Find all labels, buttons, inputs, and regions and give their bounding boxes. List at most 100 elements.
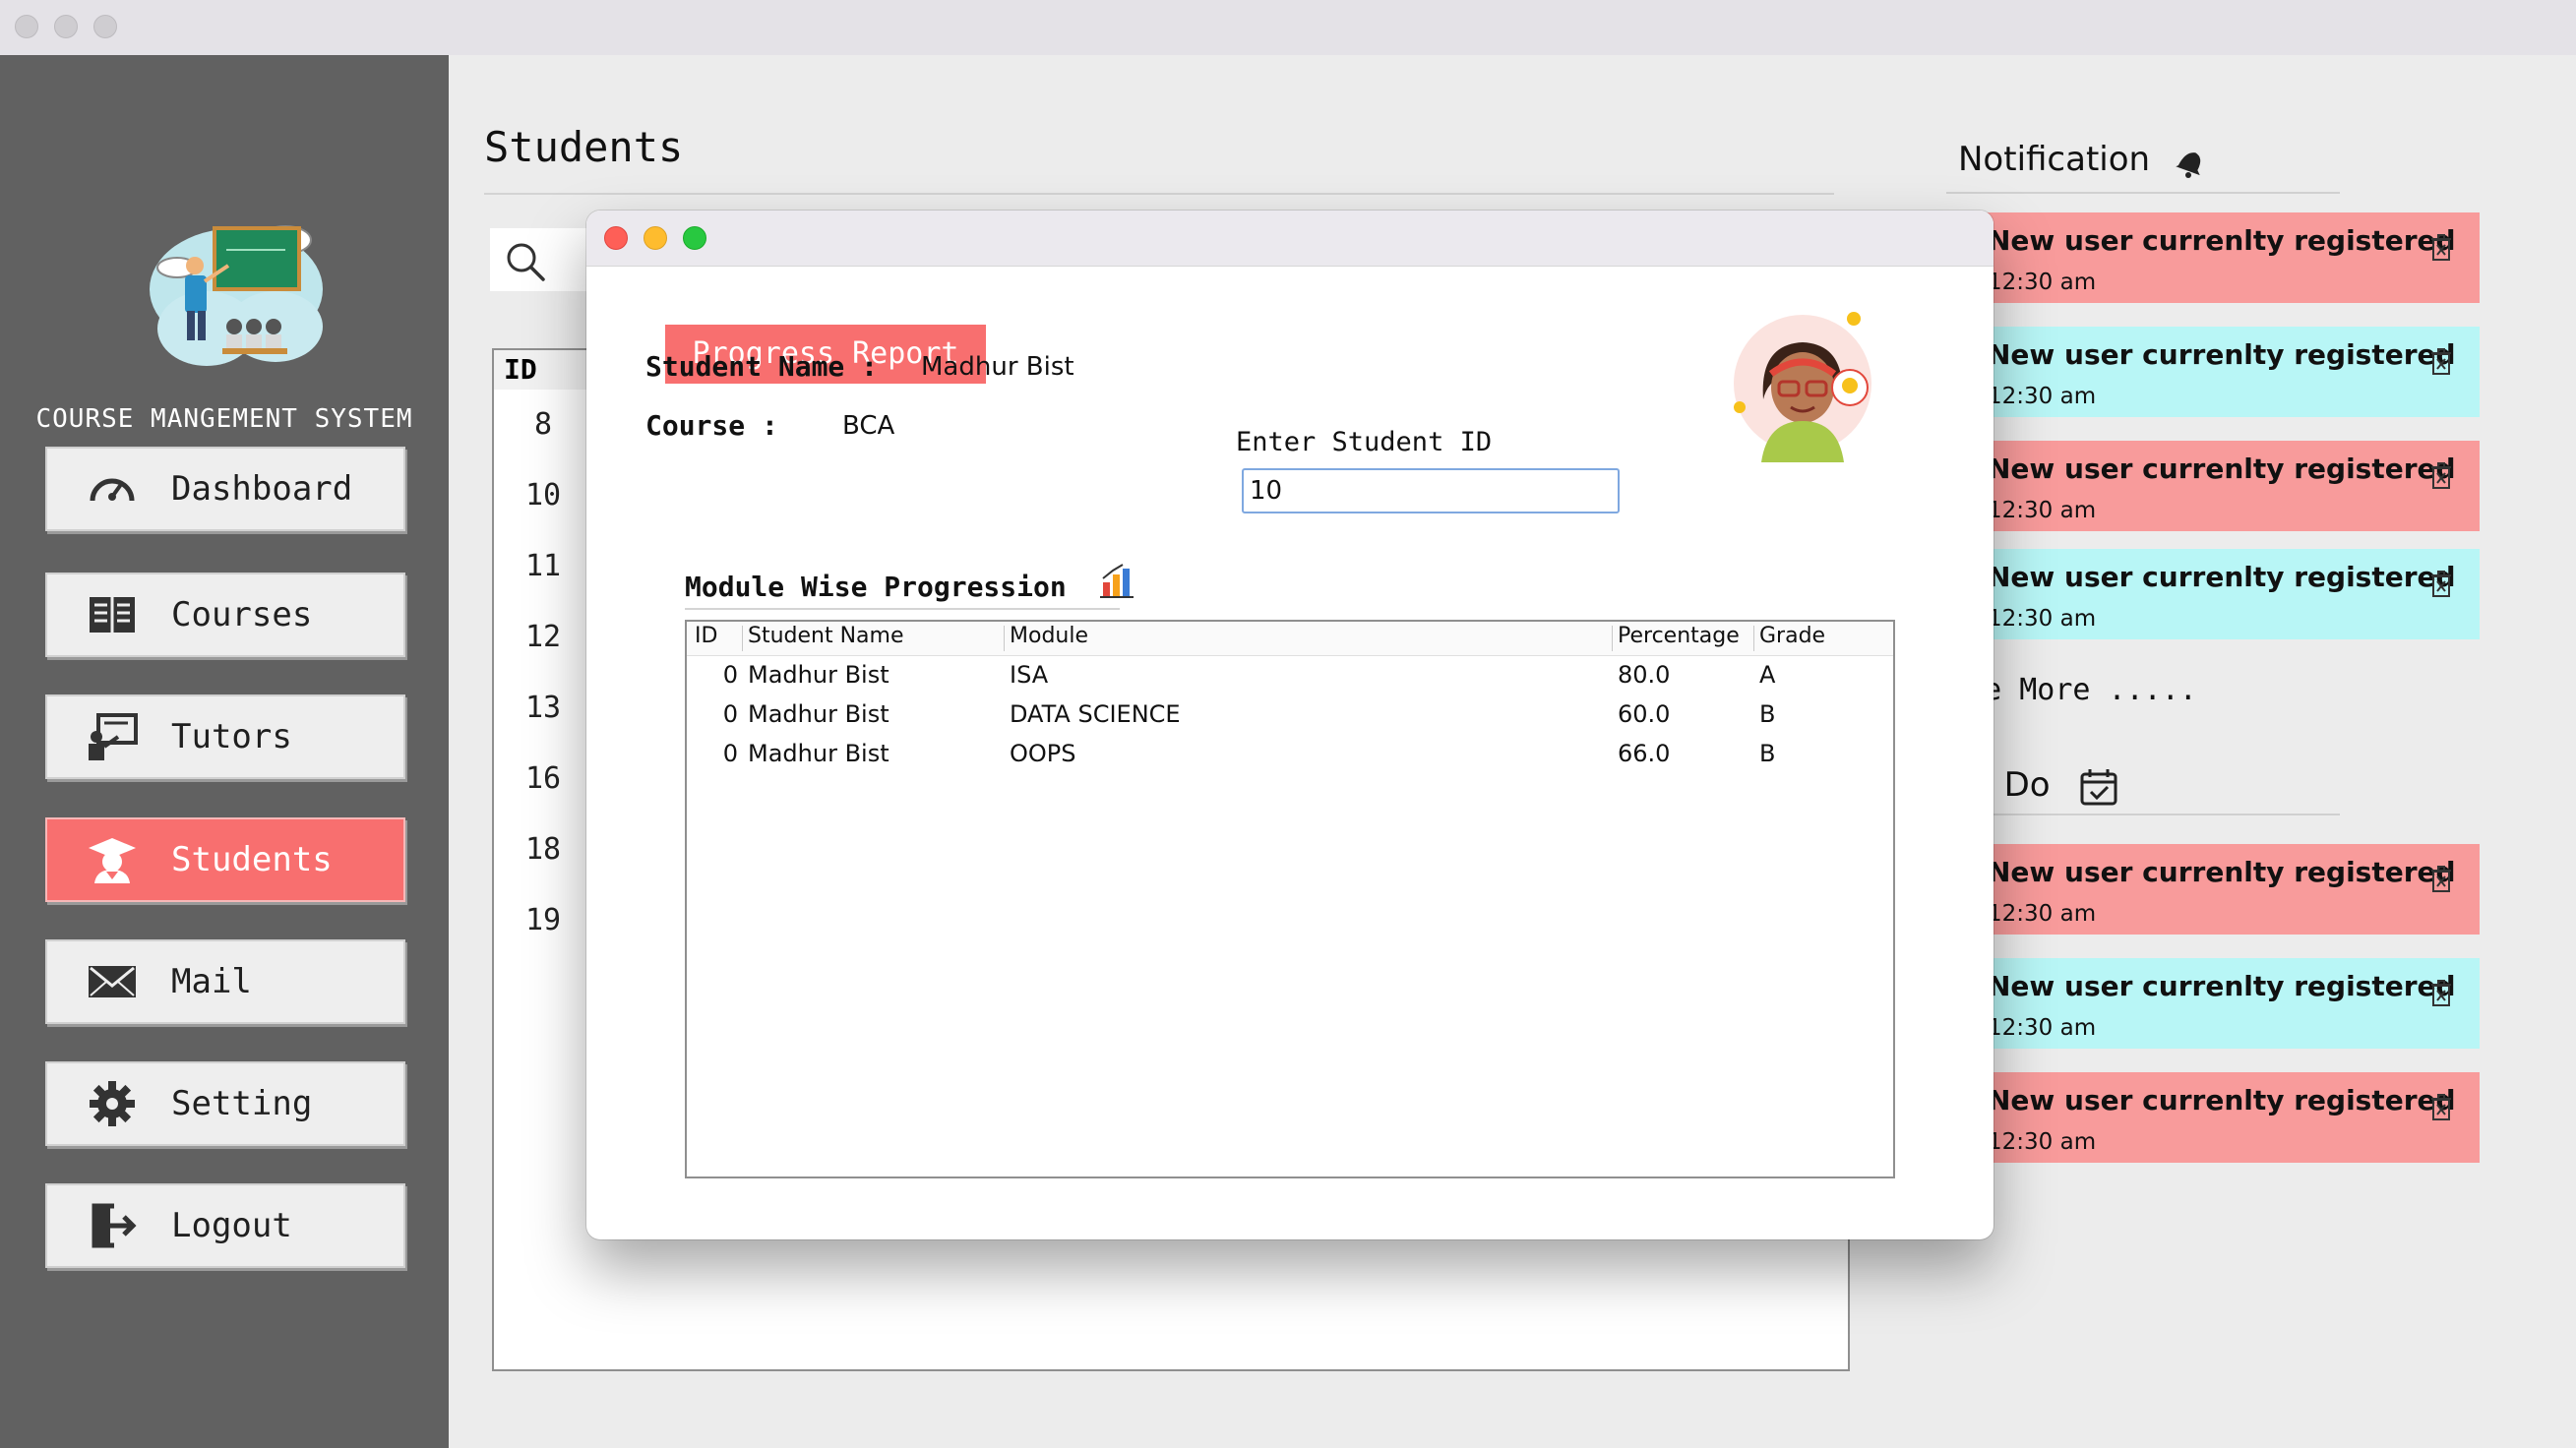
student-name-label: Student Name : (645, 350, 879, 383)
card-time: 12:30 am (1988, 901, 2097, 927)
notification-divider (1946, 192, 2340, 194)
graduate-icon (87, 834, 138, 885)
dialog-minimize-button[interactable] (644, 226, 667, 250)
delete-icon[interactable] (2430, 234, 2452, 262)
card-message: New user currenlty registered (1988, 338, 2456, 371)
sidebar-item-courses[interactable]: Courses (45, 573, 405, 657)
gear-icon (87, 1078, 138, 1129)
column-header-percentage[interactable]: Percentage (1618, 624, 1740, 648)
sidebar-item-tutors[interactable]: Tutors (45, 694, 405, 779)
sidebar-item-students[interactable]: Students (45, 817, 405, 902)
delete-icon[interactable] (2430, 462, 2452, 490)
search-box[interactable] (490, 228, 598, 291)
app-brand-title: COURSE MANGEMENT SYSTEM (35, 404, 413, 434)
students-table-id-header[interactable]: ID (494, 350, 592, 390)
teacher-classroom-logo (150, 225, 323, 366)
sidebar-item-dashboard[interactable]: Dashboard (45, 447, 405, 531)
card-message: New user currenlty registered (1988, 452, 2456, 485)
zoom-window-button[interactable] (93, 15, 117, 38)
table-cell-module: ISA (1010, 661, 1049, 689)
todo-divider (1946, 814, 2340, 815)
minimize-window-button[interactable] (54, 15, 78, 38)
sidebar-item-label: Courses (171, 595, 313, 634)
sidebar-item-label: Dashboard (171, 469, 353, 509)
card-time: 12:30 am (1988, 606, 2097, 632)
card-message: New user currenlty registered (1988, 224, 2456, 257)
students-table-id-cell[interactable]: 16 (494, 761, 592, 796)
sidebar-item-label: Tutors (171, 717, 292, 756)
students-table-id-cell[interactable]: 8 (494, 407, 592, 442)
sidebar-item-setting[interactable]: Setting (45, 1061, 405, 1146)
sidebar-item-logout[interactable]: Logout (45, 1183, 405, 1268)
students-table-id-cell[interactable]: 11 (494, 549, 592, 583)
table-cell-grade: B (1759, 700, 1776, 728)
speedometer-icon (87, 463, 138, 514)
course-label: Course : (645, 409, 778, 442)
column-header-grade[interactable]: Grade (1759, 624, 1825, 648)
table-cell-student-name: Madhur Bist (748, 661, 889, 689)
search-icon[interactable] (504, 240, 547, 283)
book-icon (87, 589, 138, 640)
student-name-value: Madhur Bist (921, 352, 1074, 382)
table-cell-id: 0 (722, 661, 738, 689)
table-row[interactable]: 0 Madhur Bist DATA SCIENCE 60.0 B (687, 696, 1893, 736)
title-divider (484, 193, 1834, 195)
sidebar-item-mail[interactable]: Mail (45, 939, 405, 1024)
card-time: 12:30 am (1988, 498, 2097, 523)
students-table-id-cell[interactable]: 13 (494, 691, 592, 725)
notification-card[interactable]: New user currenlty registered 12:30 am (1946, 549, 2480, 639)
student-id-input[interactable] (1242, 468, 1620, 513)
todo-card[interactable]: New user currenlty registered 12:30 am (1946, 844, 2480, 935)
table-cell-id: 0 (722, 740, 738, 767)
card-message: New user currenlty registered (1988, 1084, 2456, 1116)
table-cell-student-name: Madhur Bist (748, 740, 889, 767)
card-time: 12:30 am (1988, 1129, 2097, 1155)
table-cell-id: 0 (722, 700, 738, 728)
card-time: 12:30 am (1988, 270, 2097, 295)
notification-card[interactable]: New user currenlty registered 12:30 am (1946, 441, 2480, 531)
card-time: 12:30 am (1988, 384, 2097, 409)
students-table-id-cell[interactable]: 19 (494, 903, 592, 937)
notification-card[interactable]: New user currenlty registered 12:30 am (1946, 327, 2480, 417)
bar-chart-icon (1099, 564, 1134, 598)
card-message: New user currenlty registered (1988, 970, 2456, 1002)
table-row[interactable]: 0 Madhur Bist OOPS 66.0 B (687, 736, 1893, 775)
column-header-student-name[interactable]: Student Name (748, 624, 904, 648)
window-titlebar (0, 0, 2576, 55)
todo-card[interactable]: New user currenlty registered 12:30 am (1946, 958, 2480, 1049)
student-avatar (1734, 312, 1871, 462)
dialog-close-button[interactable] (604, 226, 628, 250)
calendar-check-icon (2080, 768, 2117, 805)
sidebar-item-label: Setting (171, 1084, 313, 1123)
dialog-zoom-button[interactable] (683, 226, 706, 250)
table-row[interactable]: 0 Madhur Bist ISA 80.0 A (687, 657, 1893, 696)
table-cell-grade: A (1759, 661, 1776, 689)
column-header-id[interactable]: ID (695, 624, 717, 648)
students-table-id-cell[interactable]: 12 (494, 620, 592, 654)
table-cell-module: OOPS (1010, 740, 1076, 767)
delete-icon[interactable] (2430, 1094, 2452, 1121)
module-progression-title: Module Wise Progression (685, 561, 1136, 603)
table-cell-module: DATA SCIENCE (1010, 700, 1181, 728)
card-message: New user currenlty registered (1988, 561, 2456, 593)
sidebar-item-label: Mail (171, 962, 252, 1001)
card-time: 12:30 am (1988, 1015, 2097, 1041)
students-table-id-cell[interactable]: 18 (494, 832, 592, 867)
delete-icon[interactable] (2430, 980, 2452, 1007)
close-window-button[interactable] (15, 15, 38, 38)
table-cell-percentage: 66.0 (1618, 740, 1671, 767)
card-message: New user currenlty registered (1988, 856, 2456, 888)
todo-card[interactable]: New user currenlty registered 12:30 am (1946, 1072, 2480, 1163)
notification-card[interactable]: New user currenlty registered 12:30 am (1946, 212, 2480, 303)
table-cell-percentage: 60.0 (1618, 700, 1671, 728)
course-value: BCA (842, 411, 895, 441)
column-header-module[interactable]: Module (1010, 624, 1088, 648)
delete-icon[interactable] (2430, 571, 2452, 598)
progression-divider (685, 608, 1120, 610)
table-cell-student-name: Madhur Bist (748, 700, 889, 728)
students-table-id-cell[interactable]: 10 (494, 478, 592, 513)
delete-icon[interactable] (2430, 866, 2452, 893)
delete-icon[interactable] (2430, 348, 2452, 376)
module-progress-table[interactable]: ID Student Name Module Percentage Grade … (685, 620, 1895, 1178)
sidebar-item-label: Logout (171, 1206, 292, 1245)
